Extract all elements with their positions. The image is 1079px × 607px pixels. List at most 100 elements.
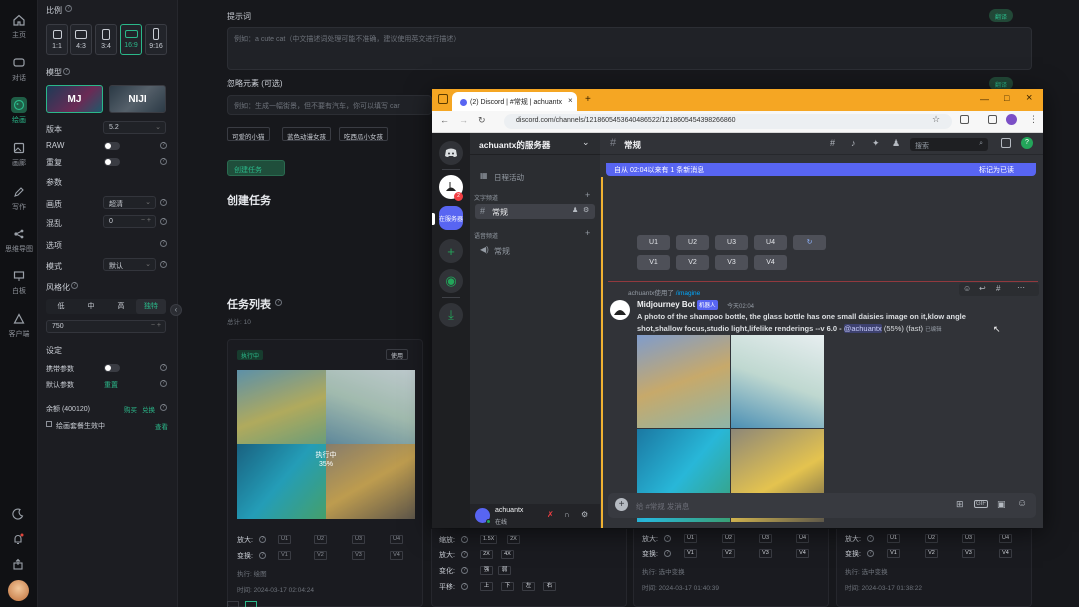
discord-v3-button[interactable]: V3 — [715, 255, 748, 270]
forward-icon[interactable]: → — [459, 115, 468, 125]
pin-icon[interactable]: ✦ — [872, 138, 880, 149]
info-icon[interactable]: ? — [461, 536, 468, 543]
close-tab-icon[interactable]: × — [568, 96, 573, 105]
u1-button[interactable]: U1 — [887, 534, 901, 543]
discord-u3-button[interactable]: U3 — [715, 235, 748, 250]
v4-button[interactable]: V4 — [999, 549, 1012, 558]
guild-server-icon[interactable]: 在服务器 — [439, 206, 463, 230]
info-icon[interactable]: ? — [71, 282, 78, 289]
emoji-react-icon[interactable]: ☺ — [963, 284, 971, 293]
bell-icon[interactable]: ♪ — [851, 138, 856, 148]
zoom-2x-button[interactable]: 2X — [507, 535, 520, 544]
stepper-icon[interactable]: − + — [141, 217, 151, 224]
v4-button[interactable]: V4 — [796, 549, 809, 558]
extensions-icon[interactable] — [960, 115, 969, 124]
ratio-3-4[interactable]: 3:4 — [95, 24, 117, 55]
mention[interactable]: @achuantx — [843, 324, 882, 333]
minimize-icon[interactable]: — — [980, 94, 989, 104]
info-icon[interactable]: ? — [867, 535, 874, 542]
v4-button[interactable]: V4 — [390, 551, 403, 560]
pagination-page[interactable] — [245, 601, 257, 607]
change-strong-button[interactable]: 强 — [480, 566, 493, 575]
add-channel-icon[interactable]: + — [585, 190, 590, 200]
u4-button[interactable]: U4 — [796, 534, 810, 543]
chaos-stepper[interactable]: 0 − + — [103, 215, 156, 228]
more-icon[interactable]: ⋯ — [1017, 283, 1025, 292]
view-link[interactable]: 查看 — [155, 421, 168, 431]
negative-input[interactable]: 例如：生成一幅街景，但不要有汽车，你可以填写 car — [227, 95, 432, 115]
u1-button[interactable]: U1 — [684, 534, 698, 543]
prompt-input[interactable]: 例如：a cute cat（中文描述词处理可能不准确，建议使用英文进行描述） — [227, 27, 1032, 70]
tab-menu-icon[interactable] — [438, 94, 448, 104]
u2-button[interactable]: U2 — [722, 534, 736, 543]
quality-select[interactable]: 超清 ⌄ — [103, 196, 156, 209]
attach-plus-icon[interactable]: + — [615, 498, 628, 511]
mark-read-button[interactable]: 标记为已读 — [979, 165, 1014, 175]
discord-v2-button[interactable]: V2 — [676, 255, 709, 270]
reply-command[interactable]: /imagine — [676, 290, 701, 297]
voice-channel-name[interactable]: 常规 — [494, 246, 510, 257]
info-icon[interactable]: ? — [160, 380, 167, 387]
mode-select[interactable]: 默认 ⌄ — [103, 258, 156, 271]
info-icon[interactable]: ? — [160, 218, 167, 225]
redeem-link[interactable]: 兑换 — [142, 404, 155, 414]
create-task-button[interactable]: 创建任务 — [227, 160, 285, 176]
info-icon[interactable]: ? — [63, 68, 70, 75]
text-category[interactable]: 文字频道 — [474, 193, 498, 202]
reload-icon[interactable]: ↻ — [478, 115, 486, 126]
info-icon[interactable]: ? — [461, 583, 468, 590]
rail-item-mindmap[interactable]: 思维导图 — [0, 226, 38, 254]
zoom-1-5x-button[interactable]: 1.5X — [480, 535, 498, 544]
back-icon[interactable]: ← — [440, 115, 449, 125]
v3-button[interactable]: V3 — [759, 549, 772, 558]
discord-u4-button[interactable]: U4 — [754, 235, 787, 250]
v3-button[interactable]: V3 — [352, 551, 365, 560]
pan-right-button[interactable]: 右 — [543, 582, 556, 591]
search-input[interactable]: 搜索 ⌕ — [910, 138, 988, 151]
pagination-prev[interactable] — [227, 601, 239, 607]
download-icon[interactable]: ⤓ — [439, 303, 463, 327]
info-icon[interactable]: ? — [160, 142, 167, 149]
channel-item-general[interactable]: # 常规 ♟ ⚙ — [475, 204, 595, 219]
preset-chip-3[interactable]: 吃西瓜小女孩 — [339, 127, 388, 141]
use-button[interactable]: 使用 — [386, 349, 409, 360]
inbox-icon[interactable] — [1001, 138, 1011, 148]
discord-reroll-button[interactable]: ↻ — [793, 235, 826, 250]
rail-item-home[interactable]: 主页 — [0, 12, 38, 40]
new-tab-icon[interactable]: + — [585, 94, 591, 105]
info-icon[interactable]: ? — [259, 536, 266, 543]
gift-icon[interactable]: ⊞ — [956, 499, 964, 510]
u3-button[interactable]: U3 — [962, 534, 976, 543]
reset-button[interactable]: 重置 — [104, 380, 118, 390]
preset-chip-1[interactable]: 可爱的小猫 — [227, 127, 270, 141]
sidebar-icon[interactable] — [988, 115, 997, 124]
more-icon[interactable]: ⋮ — [1029, 114, 1038, 125]
stylize-stepper[interactable]: 750 − + — [46, 320, 166, 333]
v1-button[interactable]: V1 — [684, 549, 697, 558]
collapse-panel-button[interactable]: ‹ — [170, 304, 182, 316]
mute-mic-icon[interactable]: ✗ — [547, 510, 554, 519]
midjourney-avatar[interactable] — [610, 300, 630, 320]
address-bar[interactable]: discord.com/channels/1218605453640486522… — [504, 114, 952, 129]
v2-button[interactable]: V2 — [722, 549, 735, 558]
maximize-icon[interactable]: □ — [1004, 93, 1009, 103]
v2-button[interactable]: V2 — [314, 551, 327, 560]
rail-item-write[interactable]: 写作 — [0, 184, 38, 212]
info-icon[interactable]: ? — [461, 551, 468, 558]
model-niji-card[interactable]: NIJI — [109, 85, 166, 113]
ratio-16-9[interactable]: 16:9 — [120, 24, 142, 55]
u1-button[interactable]: U1 — [278, 535, 292, 544]
ratio-1-1[interactable]: 1:1 — [46, 24, 68, 55]
add-channel-icon[interactable]: + — [585, 228, 590, 238]
moon-icon[interactable] — [12, 508, 24, 520]
headphones-icon[interactable]: ∩ — [564, 510, 570, 519]
profile-icon[interactable] — [1006, 114, 1017, 125]
discord-u2-button[interactable]: U2 — [676, 235, 709, 250]
ratio-4-3[interactable]: 4:3 — [70, 24, 92, 55]
rail-item-whiteboard[interactable]: 白板 — [0, 268, 38, 296]
v1-button[interactable]: V1 — [278, 551, 291, 560]
rail-item-draw[interactable]: 绘画 — [0, 97, 38, 125]
discord-v1-button[interactable]: V1 — [637, 255, 670, 270]
pan-left-button[interactable]: 左 — [522, 582, 535, 591]
v3-button[interactable]: V3 — [962, 549, 975, 558]
